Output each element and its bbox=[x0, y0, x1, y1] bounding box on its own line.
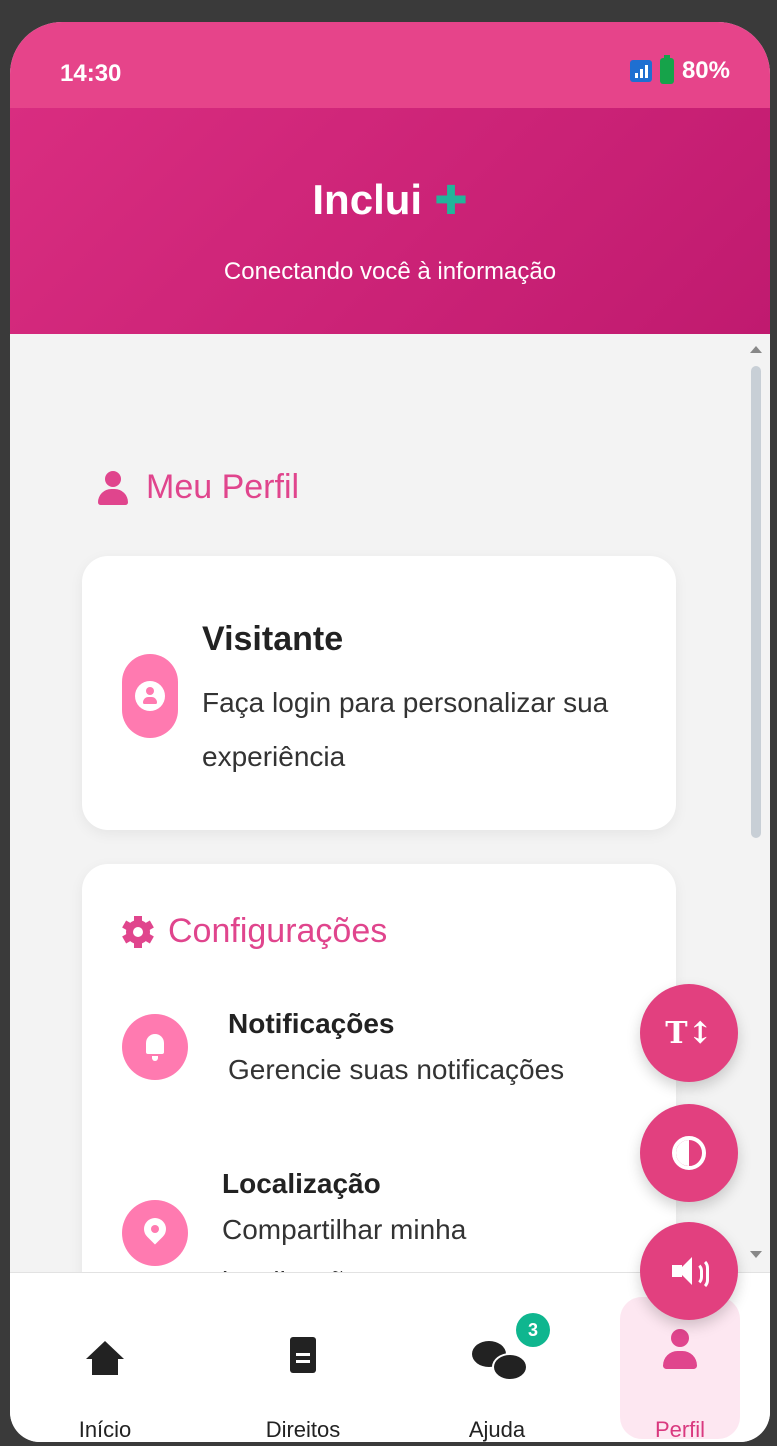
speaker-icon bbox=[670, 1255, 709, 1290]
nav-label: Início bbox=[78, 1417, 132, 1442]
text-size-button[interactable]: T↕ bbox=[640, 984, 738, 1082]
gear-icon bbox=[122, 915, 154, 948]
signal-icon bbox=[629, 60, 652, 82]
setting-title: Notificações bbox=[228, 1008, 395, 1039]
location-pin-icon bbox=[139, 1213, 171, 1245]
user-circle-icon bbox=[135, 681, 165, 711]
setting-title: Localização bbox=[222, 1168, 381, 1199]
visitor-name: Visitante bbox=[202, 620, 344, 658]
app-title: Inclui ✚ bbox=[10, 176, 770, 224]
status-time: 14:30 bbox=[60, 60, 122, 87]
settings-title-label: Configurações bbox=[168, 912, 388, 950]
notification-badge: 3 bbox=[516, 1313, 550, 1347]
battery-icon bbox=[659, 55, 674, 84]
settings-title: Configurações bbox=[122, 912, 387, 951]
status-bar: 14:30 80% bbox=[10, 22, 770, 108]
phone-screen: 14:30 80% Inclui ✚ Conectando você à info… bbox=[10, 22, 770, 1442]
nav-label: Perfil bbox=[654, 1417, 706, 1442]
text-size-icon: T↕ bbox=[665, 1015, 713, 1051]
status-indicators: 80% bbox=[629, 55, 730, 85]
battery-level: 80% bbox=[681, 57, 730, 84]
home-icon bbox=[86, 1341, 124, 1375]
contrast-icon bbox=[672, 1136, 706, 1170]
scroll-thumb[interactable] bbox=[751, 366, 761, 838]
location-icon-circle bbox=[122, 1200, 188, 1266]
app-header: Inclui ✚ Conectando você à informação bbox=[10, 108, 770, 334]
app-title-text: Inclui bbox=[312, 176, 423, 223]
chat-icon bbox=[472, 1341, 528, 1381]
scroll-down-icon[interactable] bbox=[750, 1251, 762, 1258]
visitor-card[interactable]: Visitante Faça login para personalizar s… bbox=[82, 556, 676, 830]
setting-location[interactable]: Localização Compartilhar minha localizaç… bbox=[122, 1168, 662, 1272]
setting-description: Compartilhar minha localização bbox=[222, 1214, 467, 1272]
nav-label: Ajuda bbox=[468, 1417, 526, 1442]
nav-item-direitos[interactable]: Direitos bbox=[228, 1273, 378, 1442]
setting-description: Gerencie suas notificações bbox=[228, 1054, 565, 1085]
nav-item-ajuda[interactable]: 3 Ajuda bbox=[422, 1273, 572, 1442]
audio-button[interactable] bbox=[640, 1222, 738, 1320]
plus-icon: ✚ bbox=[434, 179, 468, 223]
settings-card: Configurações Notificações Gerencie suas… bbox=[82, 864, 676, 1272]
contrast-button[interactable] bbox=[640, 1104, 738, 1202]
profile-section-title: Meu Perfil bbox=[96, 468, 299, 507]
avatar bbox=[122, 654, 178, 738]
scroll-up-icon[interactable] bbox=[750, 346, 762, 353]
user-icon bbox=[663, 1329, 697, 1371]
user-icon bbox=[96, 470, 130, 505]
setting-notifications[interactable]: Notificações Gerencie suas notificações bbox=[122, 1008, 662, 1134]
bell-icon bbox=[146, 1034, 164, 1061]
nav-label: Direitos bbox=[265, 1417, 341, 1442]
app-subtitle: Conectando você à informação bbox=[223, 258, 557, 285]
profile-section-label: Meu Perfil bbox=[146, 468, 300, 506]
document-icon bbox=[290, 1337, 316, 1373]
notification-icon-circle bbox=[122, 1014, 188, 1080]
visitor-description: Faça login para personalizar sua experiê… bbox=[202, 687, 609, 772]
nav-item-inicio[interactable]: Início bbox=[30, 1273, 180, 1442]
scrollbar[interactable] bbox=[746, 340, 766, 1270]
